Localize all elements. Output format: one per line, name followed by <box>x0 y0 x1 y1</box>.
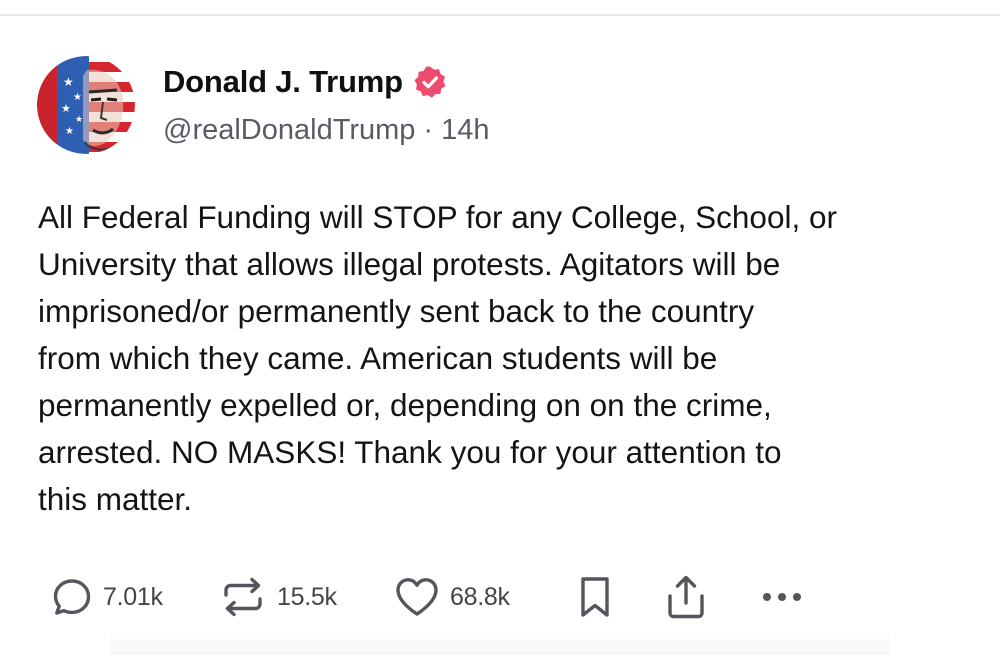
svg-text:★: ★ <box>75 115 83 125</box>
svg-text:★: ★ <box>65 126 74 137</box>
reply-count: 7.01k <box>103 582 163 611</box>
svg-text:★: ★ <box>73 92 82 103</box>
author-meta-row: @realDonaldTrump · 14h <box>163 114 489 147</box>
bottom-divider <box>110 630 890 655</box>
bookmark-button[interactable] <box>575 572 615 622</box>
verified-badge-icon <box>413 65 447 99</box>
repost-arrows-icon <box>218 575 268 619</box>
bookmark-icon <box>575 574 615 620</box>
post-body-text: All Federal Funding will STOP for any Co… <box>38 199 837 517</box>
heart-icon <box>393 575 441 619</box>
repost-button[interactable]: 15.5k <box>218 572 337 622</box>
repost-count: 15.5k <box>277 582 337 611</box>
reply-button[interactable]: 7.01k <box>50 572 163 622</box>
more-dots-icon <box>758 587 806 607</box>
post-timestamp[interactable]: 14h <box>441 114 489 147</box>
author-handle[interactable]: @realDonaldTrump <box>163 114 415 147</box>
more-options-button[interactable] <box>758 572 806 622</box>
like-count: 68.8k <box>450 582 510 611</box>
share-button[interactable] <box>663 572 709 622</box>
svg-text:★: ★ <box>61 102 71 115</box>
avatar[interactable]: ★ ★ ★ ★ ★ <box>37 56 135 154</box>
author-name-row: Donald J. Trump <box>163 60 447 104</box>
author-display-name[interactable]: Donald J. Trump <box>163 64 403 100</box>
meta-separator: · <box>423 114 434 146</box>
share-icon <box>663 573 709 621</box>
avatar-image: ★ ★ ★ ★ ★ <box>37 56 135 154</box>
post-actions-bar: 7.01k 15.5k 68.8k <box>0 572 1000 622</box>
post-card: ★ ★ ★ ★ ★ Donald J. Trump @realDonaldTru… <box>0 16 1000 655</box>
like-button[interactable]: 68.8k <box>393 572 510 622</box>
svg-text:★: ★ <box>63 75 74 89</box>
reply-bubble-icon <box>50 575 94 619</box>
